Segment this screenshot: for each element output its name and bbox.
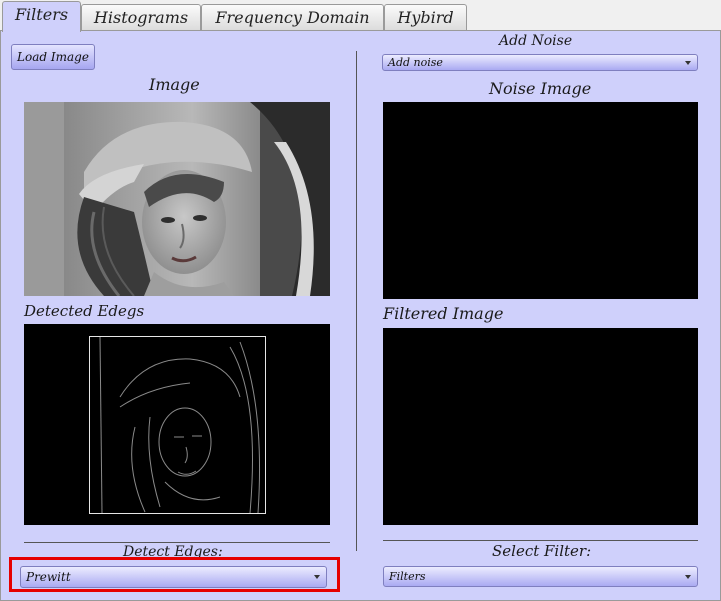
portrait-photo — [24, 102, 330, 296]
noise-image-label: Noise Image — [489, 79, 592, 98]
edges-sketch — [99, 336, 261, 514]
noise-image — [383, 102, 698, 299]
add-noise-value: Add noise — [388, 56, 443, 69]
select-filter-label: Select Filter: — [492, 542, 592, 560]
tab-hybird[interactable]: Hybird — [384, 4, 467, 30]
add-noise-label: Add Noise — [499, 33, 573, 49]
filter-select[interactable]: Filters — [383, 566, 698, 587]
tab-bar: Filters Histograms Frequency Domain Hybi… — [0, 0, 721, 32]
image-label: Image — [149, 75, 200, 94]
filters-panel: Load Image Image Detected Edegs Detect E… — [0, 30, 721, 601]
highlight-box — [9, 557, 340, 592]
filtered-image-label: Filtered Image — [383, 304, 504, 323]
filter-value: Filters — [389, 570, 426, 583]
load-image-button[interactable]: Load Image — [11, 44, 95, 70]
chevron-down-icon — [685, 574, 691, 579]
column-divider — [356, 51, 357, 551]
right-divider — [383, 540, 698, 541]
left-divider — [24, 542, 330, 543]
original-image — [24, 102, 330, 296]
detected-edges-image — [24, 324, 330, 525]
tab-histograms[interactable]: Histograms — [81, 4, 201, 30]
filtered-image — [383, 328, 698, 525]
edges-thumbnail — [89, 336, 266, 514]
add-noise-select[interactable]: Add noise — [382, 54, 698, 71]
detected-edges-label: Detected Edegs — [24, 302, 145, 320]
chevron-down-icon — [685, 60, 691, 65]
tab-filters[interactable]: Filters — [2, 1, 81, 32]
tab-frequency-domain[interactable]: Frequency Domain — [201, 4, 384, 30]
